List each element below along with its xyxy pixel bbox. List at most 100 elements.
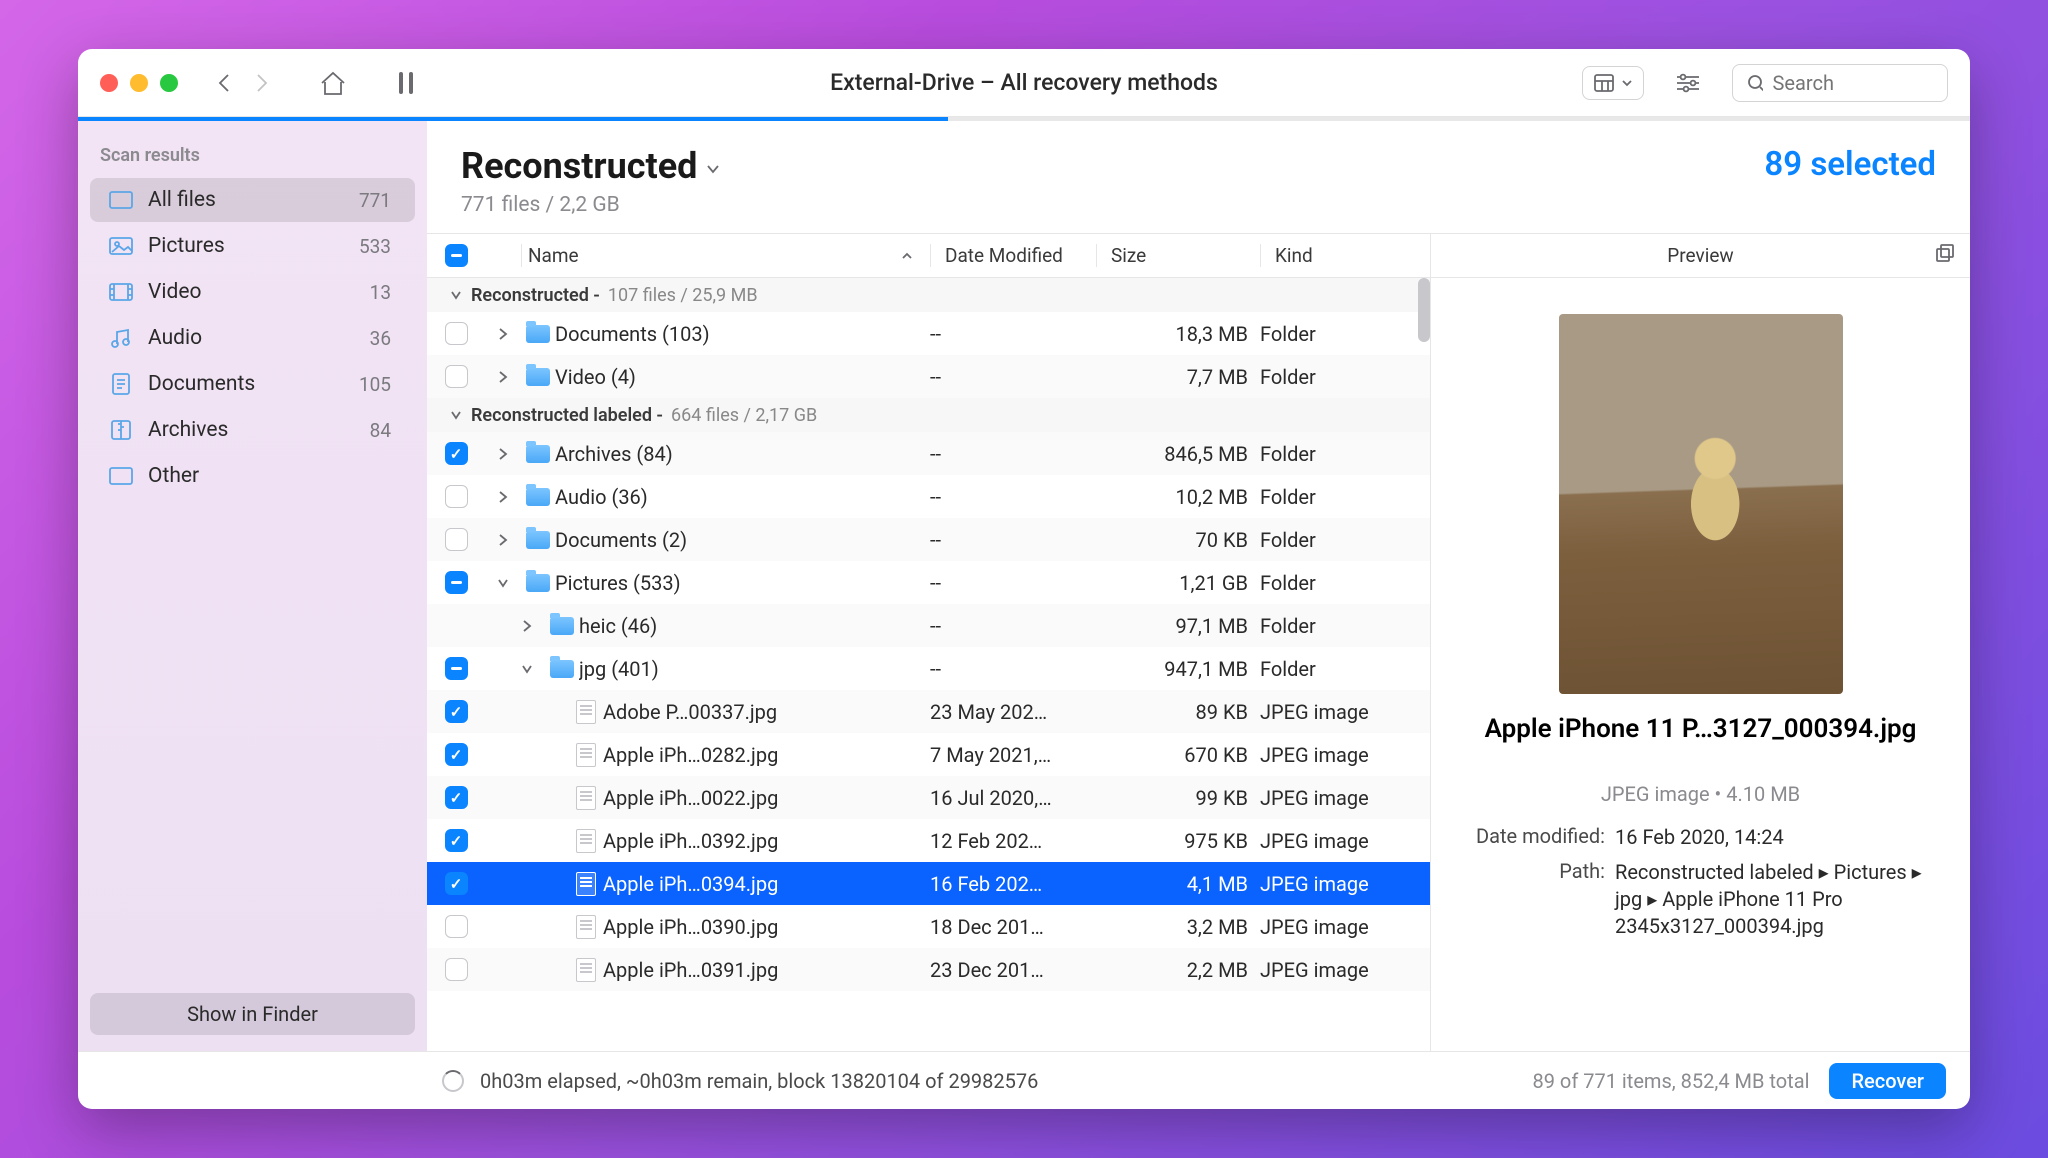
file-list[interactable]: Reconstructed - 107 files / 25,9 MB Docu… — [427, 278, 1430, 1051]
sidebar-item-label: Archives — [148, 418, 370, 442]
folder-icon — [526, 325, 550, 343]
preview-header: Preview — [1667, 244, 1733, 267]
row-checkbox[interactable] — [445, 743, 468, 766]
row-checkbox[interactable] — [445, 571, 468, 594]
row-size: 4,1 MB — [1096, 872, 1260, 896]
file-row[interactable]: Apple iPh…0022.jpg 16 Jul 2020,… 99 KB J… — [427, 776, 1430, 819]
folder-row[interactable]: Audio (36) -- 10,2 MB Folder — [427, 475, 1430, 518]
sidebar-item-audio[interactable]: Audio 36 — [90, 316, 415, 360]
disclosure-chevron[interactable] — [485, 327, 521, 341]
row-checkbox[interactable] — [445, 700, 468, 723]
folder-row[interactable]: Pictures (533) -- 1,21 GB Folder — [427, 561, 1430, 604]
row-checkbox[interactable] — [445, 958, 468, 981]
row-checkbox[interactable] — [445, 528, 468, 551]
window-controls — [100, 74, 178, 92]
folder-row[interactable]: heic (46) -- 97,1 MB Folder — [427, 604, 1430, 647]
preview-pane: Preview Apple iPhone 11 P…3127_000394.jp… — [1430, 233, 1970, 1051]
folder-row[interactable]: Video (4) -- 7,7 MB Folder — [427, 355, 1430, 398]
row-date: 16 Feb 202… — [930, 872, 1096, 896]
row-size: 846,5 MB — [1096, 442, 1260, 466]
file-row[interactable]: Apple iPh…0394.jpg 16 Feb 202… 4,1 MB JP… — [427, 862, 1430, 905]
pause-button[interactable] — [396, 71, 416, 95]
folder-row[interactable]: Archives (84) -- 846,5 MB Folder — [427, 432, 1430, 475]
sidebar-item-label: Video — [148, 280, 370, 304]
row-checkbox[interactable] — [445, 322, 468, 345]
search-box[interactable] — [1732, 64, 1948, 102]
folder-icon — [550, 660, 574, 678]
sidebar-item-archives[interactable]: Archives 84 — [90, 408, 415, 452]
disclosure-chevron[interactable] — [485, 577, 521, 589]
folder-icon — [526, 368, 550, 386]
file-icon — [576, 872, 596, 896]
sort-asc-icon — [900, 244, 914, 267]
column-size[interactable]: Size — [1096, 244, 1260, 267]
sidebar-item-video[interactable]: Video 13 — [90, 270, 415, 314]
main-title-text: Reconstructed — [461, 145, 697, 187]
row-size: 18,3 MB — [1096, 322, 1260, 346]
row-size: 1,21 GB — [1096, 571, 1260, 595]
scan-status: 0h03m elapsed, ~0h03m remain, block 1382… — [480, 1069, 1532, 1093]
row-date: 12 Feb 202… — [930, 829, 1096, 853]
minimize-button[interactable] — [130, 74, 148, 92]
column-kind[interactable]: Kind — [1260, 244, 1430, 267]
row-checkbox[interactable] — [445, 829, 468, 852]
folder-row[interactable]: Documents (2) -- 70 KB Folder — [427, 518, 1430, 561]
file-row[interactable]: Apple iPh…0390.jpg 18 Dec 201… 3,2 MB JP… — [427, 905, 1430, 948]
disclosure-chevron[interactable] — [509, 619, 545, 633]
show-in-finder-button[interactable]: Show in Finder — [90, 993, 415, 1035]
close-button[interactable] — [100, 74, 118, 92]
row-checkbox[interactable] — [445, 872, 468, 895]
file-row[interactable]: Apple iPh…0392.jpg 12 Feb 202… 975 KB JP… — [427, 819, 1430, 862]
sidebar-item-documents[interactable]: Documents 105 — [90, 362, 415, 406]
folder-row[interactable]: jpg (401) -- 947,1 MB Folder — [427, 647, 1430, 690]
view-mode-button[interactable] — [1582, 66, 1644, 100]
search-icon — [1747, 74, 1763, 92]
column-date[interactable]: Date Modified — [930, 244, 1096, 267]
sidebar-item-count: 533 — [359, 235, 391, 258]
file-row[interactable]: Adobe P…00337.jpg 23 May 202… 89 KB JPEG… — [427, 690, 1430, 733]
nav-back-button[interactable] — [216, 73, 232, 93]
row-size: 2,2 MB — [1096, 958, 1260, 982]
main-title[interactable]: Reconstructed — [461, 145, 721, 187]
row-checkbox[interactable] — [445, 657, 468, 680]
disclosure-chevron[interactable] — [485, 490, 521, 504]
row-kind: JPEG image — [1260, 872, 1430, 896]
sidebar-item-label: Other — [148, 464, 391, 488]
scan-progress-bar — [78, 117, 1970, 121]
row-checkbox[interactable] — [445, 786, 468, 809]
group-row[interactable]: Reconstructed labeled - 664 files / 2,17… — [427, 398, 1430, 432]
select-all-checkbox[interactable] — [445, 244, 468, 267]
row-checkbox[interactable] — [445, 365, 468, 388]
disclosure-chevron[interactable] — [485, 447, 521, 461]
sidebar-header: Scan results — [78, 141, 427, 176]
group-row[interactable]: Reconstructed - 107 files / 25,9 MB — [427, 278, 1430, 312]
preview-popout-button[interactable] — [1934, 243, 1954, 268]
row-checkbox[interactable] — [445, 485, 468, 508]
chevron-down-icon — [705, 162, 721, 176]
disclosure-chevron[interactable] — [509, 663, 545, 675]
folder-icon — [526, 488, 550, 506]
home-button[interactable] — [318, 69, 348, 97]
disclosure-chevron[interactable] — [485, 370, 521, 384]
column-name[interactable]: Name — [521, 244, 930, 267]
selected-count[interactable]: 89 selected — [1764, 145, 1936, 184]
group-meta: 107 files / 25,9 MB — [608, 285, 758, 306]
nav-forward-button[interactable] — [254, 73, 270, 93]
folder-row[interactable]: Documents (103) -- 18,3 MB Folder — [427, 312, 1430, 355]
search-input[interactable] — [1773, 71, 1933, 95]
settings-button[interactable] — [1674, 72, 1702, 94]
sidebar-item-count: 36 — [370, 327, 391, 350]
sidebar-item-pictures[interactable]: Pictures 533 — [90, 224, 415, 268]
scrollbar[interactable] — [1418, 278, 1430, 342]
maximize-button[interactable] — [160, 74, 178, 92]
file-row[interactable]: Apple iPh…0282.jpg 7 May 2021,… 670 KB J… — [427, 733, 1430, 776]
row-kind: JPEG image — [1260, 700, 1430, 724]
row-checkbox[interactable] — [445, 915, 468, 938]
recover-button[interactable]: Recover — [1829, 1063, 1946, 1099]
sidebar-item-other[interactable]: Other — [90, 454, 415, 498]
sidebar-item-all-files[interactable]: All files 771 — [90, 178, 415, 222]
disclosure-chevron[interactable] — [485, 533, 521, 547]
folder-icon — [526, 531, 550, 549]
file-row[interactable]: Apple iPh…0391.jpg 23 Dec 201… 2,2 MB JP… — [427, 948, 1430, 991]
row-checkbox[interactable] — [445, 442, 468, 465]
